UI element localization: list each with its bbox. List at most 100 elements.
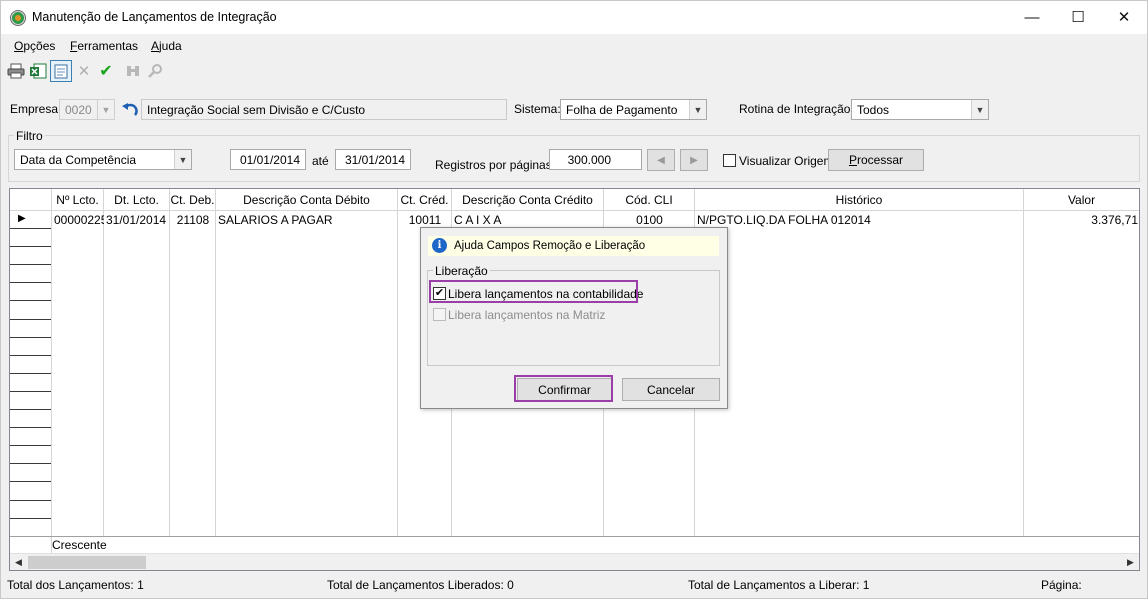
help-hint[interactable]: i Ajuda Campos Remoção e Liberação (428, 236, 719, 256)
status-a-liberar: Total de Lançamentos a Liberar: 1 (688, 578, 870, 592)
row-indicator (10, 211, 51, 229)
notes-icon[interactable] (50, 60, 72, 82)
horizontal-scrollbar[interactable]: ◀ ▶ (10, 553, 1139, 570)
status-pagina: Página: (1041, 578, 1082, 592)
status-total: Total dos Lançamentos: 1 (7, 578, 144, 592)
highlight-box (514, 375, 613, 402)
menu-ajuda[interactable]: Ajuda (151, 39, 182, 53)
grid-line (169, 189, 170, 549)
prev-page-button[interactable]: ◀ (647, 149, 675, 171)
chevron-down-icon: ▼ (689, 100, 706, 119)
search-icon[interactable] (144, 60, 166, 82)
chevron-down-icon: ▼ (97, 100, 114, 119)
title-bar: Manutenção de Lançamentos de Integração … (1, 1, 1147, 34)
binoculars-icon[interactable] (122, 60, 144, 82)
cell-lcto[interactable]: 00000225 (52, 211, 104, 229)
cancelar-button[interactable]: Cancelar (622, 378, 720, 401)
cell-desc-deb[interactable]: SALARIOS A PAGAR (216, 211, 398, 229)
header-ct-cred[interactable]: Ct. Créd. (398, 189, 452, 211)
rotina-label: Rotina de Integração: (739, 102, 854, 116)
highlight-box (429, 280, 638, 303)
grid-line (215, 189, 216, 549)
row-indicator (10, 483, 51, 501)
close-button[interactable]: ✕ (1101, 1, 1147, 33)
visualizar-origem-checkbox[interactable] (723, 154, 736, 167)
scroll-left-icon[interactable]: ◀ (10, 554, 27, 570)
rotina-select[interactable]: Todos ▼ (851, 99, 989, 120)
row-indicator (10, 374, 51, 392)
excel-export-icon[interactable] (27, 60, 49, 82)
processar-button[interactable]: Processar (828, 149, 924, 171)
row-indicator (10, 501, 51, 519)
row-indicator (10, 229, 51, 248)
libera-matriz-label: Libera lançamentos na Matriz (448, 308, 606, 322)
row-indicator (10, 265, 51, 284)
printer-icon[interactable] (5, 60, 27, 82)
confirm-icon[interactable]: ✔ (95, 60, 117, 82)
chevron-left-icon: ◀ (657, 154, 665, 166)
empresa-label: Empresa: (10, 102, 62, 116)
header-desc-deb[interactable]: Descrição Conta Débito (216, 189, 398, 211)
chevron-down-icon: ▼ (971, 100, 988, 119)
chevron-down-icon: ▼ (174, 150, 191, 169)
liberacao-dialog: i Ajuda Campos Remoção e Liberação Liber… (420, 227, 728, 409)
header-ct-deb[interactable]: Ct. Deb. (170, 189, 216, 211)
empresa-code-select[interactable]: 0020 ▼ (59, 99, 115, 120)
status-bar: Total dos Lançamentos: 1 Total de Lançam… (1, 575, 1147, 595)
header-desc-cred[interactable]: Descrição Conta Crédito (452, 189, 604, 211)
filtro-legend: Filtro (14, 129, 45, 143)
sistema-label: Sistema: (514, 102, 561, 116)
row-indicator (10, 338, 51, 356)
grid-line (51, 189, 52, 549)
date-to-input[interactable]: 31/01/2014 (335, 149, 411, 170)
header-valor[interactable]: Valor (1024, 189, 1139, 211)
grid-footer: Crescente (10, 536, 1139, 553)
next-page-button[interactable]: ▶ (680, 149, 708, 171)
header-cod-cli[interactable]: Cód. CLI (604, 189, 695, 211)
app-logo-icon (10, 10, 26, 26)
header-dt-lcto[interactable]: Dt. Lcto. (104, 189, 170, 211)
libera-matriz-checkbox[interactable] (433, 308, 446, 321)
undo-arrow-icon[interactable] (120, 100, 140, 120)
visualizar-origem-label: Visualizar Origem (739, 154, 834, 168)
sistema-select[interactable]: Folha de Pagamento ▼ (560, 99, 707, 120)
date-type-select[interactable]: Data da Competência ▼ (14, 149, 192, 170)
row-indicator (10, 320, 51, 338)
scroll-thumb[interactable] (28, 556, 146, 569)
scroll-right-icon[interactable]: ▶ (1122, 554, 1139, 570)
header-indicator (10, 189, 52, 211)
cell-historico[interactable]: N/PGTO.LIQ.DA FOLHA 012014 (695, 211, 1024, 229)
row-indicator (10, 392, 51, 410)
empresa-name-field: Integração Social sem Divisão e C/Custo (141, 99, 507, 120)
grid-header: Nº Lcto. Dt. Lcto. Ct. Deb. Descrição Co… (10, 189, 1139, 211)
header-lcto[interactable]: Nº Lcto. (52, 189, 104, 211)
cell-ct-deb[interactable]: 21108 (170, 211, 216, 229)
help-hint-text: Ajuda Campos Remoção e Liberação (454, 240, 646, 252)
ate-label: até (312, 154, 329, 168)
row-indicator (10, 464, 51, 483)
cancel-icon[interactable]: ✕ (73, 60, 95, 82)
row-indicator (10, 247, 51, 266)
row-indicator (10, 446, 51, 465)
toolbar: ✕ ✔ (5, 60, 205, 84)
menu-opcoes[interactable]: Opções (14, 39, 55, 53)
cell-dt-lcto[interactable]: 31/01/2014 (104, 211, 170, 229)
minimize-button[interactable]: — (1009, 1, 1055, 33)
info-icon: i (432, 238, 447, 253)
menu-ferramentas[interactable]: Ferramentas (70, 39, 138, 53)
row-indicator (10, 519, 51, 537)
header-historico[interactable]: Histórico (695, 189, 1024, 211)
registros-input[interactable]: 300.000 (549, 149, 642, 170)
chevron-right-icon: ▶ (690, 154, 698, 166)
menu-bar: Opções Ferramentas Ajuda (1, 36, 1147, 56)
date-from-input[interactable]: 01/01/2014 (230, 149, 306, 170)
cell-valor[interactable]: 3.376,71 (1024, 211, 1139, 229)
row-indicator (10, 428, 51, 447)
grid-line (103, 189, 104, 549)
main-window: Manutenção de Lançamentos de Integração … (0, 0, 1148, 599)
grid-line (397, 189, 398, 549)
maximize-button[interactable]: ☐ (1055, 1, 1101, 33)
row-indicator (10, 283, 51, 302)
row-indicator (10, 302, 51, 320)
grid-line (1023, 189, 1024, 549)
